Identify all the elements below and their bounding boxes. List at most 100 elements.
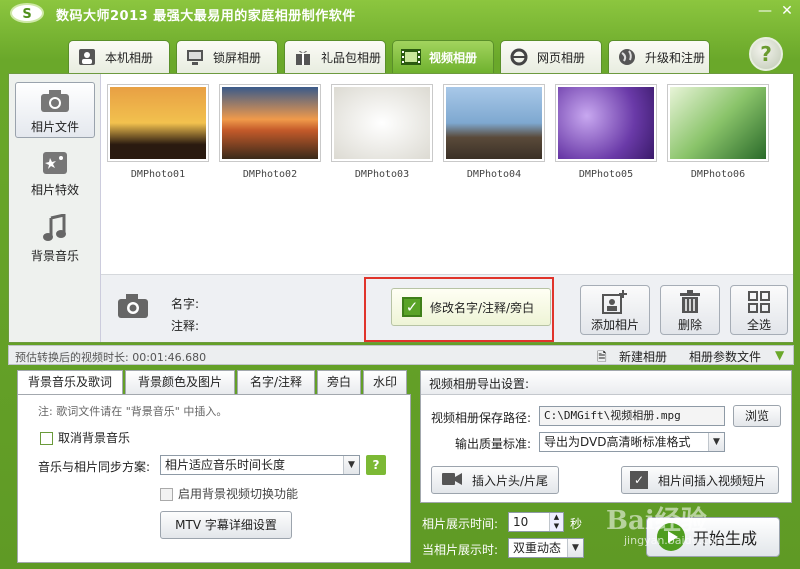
tab-label: 本机相册 bbox=[105, 50, 154, 65]
tab-local-album[interactable]: 本机相册 bbox=[68, 40, 170, 73]
sync-label: 音乐与相片同步方案: bbox=[38, 460, 151, 474]
export-settings-panel: 视频相册导出设置: 视频相册保存路径: C:\DMGift\视频相册.mpg 浏… bbox=[420, 370, 792, 503]
sync-value: 相片适应音乐时间长度 bbox=[165, 458, 286, 472]
checkbox[interactable] bbox=[40, 432, 53, 445]
insert-head-tail-button[interactable]: 插入片头/片尾 bbox=[431, 466, 559, 494]
help-button[interactable]: ? bbox=[749, 37, 783, 71]
sidebar: 相片文件 相片特效 背景音乐 bbox=[9, 74, 101, 342]
sidebar-item-label: 背景音乐 bbox=[30, 249, 79, 263]
chevron-down-icon[interactable]: ▼ bbox=[775, 348, 784, 362]
note-label: 注释: bbox=[171, 319, 200, 333]
tab-label: 锁屏相册 bbox=[213, 50, 262, 65]
estimated-duration: 预估转换后的视频时长: 00:01:46.680 bbox=[15, 351, 207, 364]
insert-video-clip-label: 相片间插入视频短片 bbox=[658, 473, 767, 488]
photo-thumbnail[interactable] bbox=[443, 84, 545, 162]
monitor-icon bbox=[185, 47, 205, 67]
add-photo-button[interactable]: 添加相片 bbox=[580, 285, 650, 335]
sidebar-item-label: 相片特效 bbox=[30, 183, 79, 197]
tab-bg-color-image[interactable]: 背景颜色及图片 bbox=[125, 370, 235, 394]
tab-gift-album[interactable]: 礼品包相册 bbox=[284, 40, 386, 73]
display-time-label: 相片展示时间: bbox=[422, 517, 499, 531]
tab-lockscreen-album[interactable]: 锁屏相册 bbox=[176, 40, 278, 73]
select-all-button[interactable]: 全选 bbox=[730, 285, 788, 335]
photo-name: DMPhoto01 bbox=[130, 169, 186, 180]
video-switch-option[interactable]: 启用背景视频切换功能 bbox=[160, 485, 298, 502]
quality-label: 输出质量标准: bbox=[455, 437, 532, 451]
cancel-bg-music-option[interactable]: 取消背景音乐 bbox=[40, 429, 130, 446]
new-album-link[interactable]: 新建相册 bbox=[619, 348, 667, 365]
app-logo: S bbox=[10, 3, 44, 23]
tab-label: 升级和注册 bbox=[645, 50, 706, 65]
quality-select[interactable]: 导出为DVD高清晰标准格式 ▼ bbox=[539, 432, 725, 452]
photo-thumbnail[interactable] bbox=[555, 84, 657, 162]
album-params-link[interactable]: 相册参数文件 bbox=[689, 348, 761, 365]
film-icon bbox=[401, 47, 421, 67]
transition-label: 当相片展示时: bbox=[422, 543, 499, 557]
trash-icon bbox=[661, 288, 719, 316]
display-time-value: 10 bbox=[513, 515, 529, 529]
video-camera-icon bbox=[442, 472, 462, 489]
mtv-subtitle-settings-button[interactable]: MTV 字幕详细设置 bbox=[160, 511, 292, 539]
photo-thumbnail[interactable] bbox=[107, 84, 209, 162]
tab-web-album[interactable]: 网页相册 bbox=[500, 40, 602, 73]
save-path-input[interactable]: C:\DMGift\视频相册.mpg bbox=[539, 406, 725, 426]
tab-label: 网页相册 bbox=[537, 50, 586, 65]
music-settings: 注: 歌词文件请在 "背景音乐" 中插入。 取消背景音乐 音乐与相片同步方案: … bbox=[17, 394, 411, 563]
effects-icon bbox=[15, 146, 95, 176]
tab-watermark[interactable]: 水印 bbox=[363, 370, 407, 394]
app-window: S 数码大师2013 最强大最易用的家庭相册制作软件 — ✕ 本机相册 锁屏相册… bbox=[0, 0, 800, 569]
chevron-down-icon: ▼ bbox=[567, 539, 583, 557]
tab-label: 视频相册 bbox=[429, 50, 478, 65]
display-time-input[interactable]: 10 ▲ ▼ bbox=[508, 512, 564, 532]
delete-label: 删除 bbox=[677, 318, 702, 332]
checkbox[interactable] bbox=[160, 488, 173, 501]
photo-thumbnail[interactable] bbox=[667, 84, 769, 162]
sync-select[interactable]: 相片适应音乐时间长度 ▼ bbox=[160, 455, 360, 475]
insert-head-tail-label: 插入片头/片尾 bbox=[472, 473, 549, 488]
sidebar-item-background-music[interactable]: 背景音乐 bbox=[15, 212, 95, 268]
sync-help-button[interactable]: ? bbox=[366, 455, 386, 475]
watermark-url: jingyan.baidu.com bbox=[624, 534, 726, 547]
lyrics-note: 注: 歌词文件请在 "背景音乐" 中插入。 bbox=[38, 405, 228, 418]
minimize-button[interactable]: — bbox=[756, 4, 774, 20]
sidebar-item-photo-effects[interactable]: 相片特效 bbox=[15, 146, 95, 202]
quality-value: 导出为DVD高清晰标准格式 bbox=[544, 435, 691, 449]
insert-video-clip-button[interactable]: ✓ 相片间插入视频短片 bbox=[621, 466, 779, 494]
sidebar-item-label: 相片文件 bbox=[30, 120, 79, 134]
photo-thumbnail[interactable] bbox=[331, 84, 433, 162]
title-bar: S 数码大师2013 最强大最易用的家庭相册制作软件 — ✕ bbox=[0, 0, 800, 26]
photo-name: DMPhoto06 bbox=[690, 169, 746, 180]
name-label: 名字: bbox=[171, 297, 200, 311]
grid-icon bbox=[731, 288, 787, 316]
ie-icon bbox=[509, 47, 529, 67]
status-bar: 预估转换后的视频时长: 00:01:46.680 🗎 新建相册 相册参数文件 ▼ bbox=[8, 345, 794, 365]
close-button[interactable]: ✕ bbox=[778, 4, 796, 20]
seconds-unit: 秒 bbox=[570, 517, 583, 531]
document-icon: 🗎 bbox=[597, 350, 607, 364]
settings-tabs-panel: 背景音乐及歌词 背景颜色及图片 名字/注释 旁白 水印 注: 歌词文件请在 "背… bbox=[17, 370, 411, 563]
chevron-down-icon: ▼ bbox=[343, 456, 359, 474]
sidebar-item-photo-files[interactable]: 相片文件 bbox=[15, 82, 95, 138]
camera-icon bbox=[117, 293, 149, 322]
app-title: 数码大师2013 最强大最易用的家庭相册制作软件 bbox=[56, 9, 356, 24]
tab-narration[interactable]: 旁白 bbox=[317, 370, 361, 394]
watermark-text: Bai经验 bbox=[606, 506, 707, 536]
tab-video-album[interactable]: 视频相册 bbox=[392, 40, 494, 73]
tab-label: 礼品包相册 bbox=[321, 50, 382, 65]
tab-upgrade-register[interactable]: 升级和注册 bbox=[608, 40, 710, 73]
photo-thumbnail[interactable] bbox=[219, 84, 321, 162]
checkmark-icon: ✓ bbox=[630, 471, 648, 489]
export-header: 视频相册导出设置: bbox=[421, 371, 791, 395]
music-note-icon bbox=[15, 212, 95, 242]
spinner-arrows-icon[interactable]: ▲ ▼ bbox=[549, 513, 563, 531]
globe-icon bbox=[617, 47, 637, 67]
browse-button[interactable]: 浏览 bbox=[733, 405, 781, 427]
save-path-label: 视频相册保存路径: bbox=[431, 411, 532, 425]
photo-name: DMPhoto03 bbox=[354, 169, 410, 180]
add-photo-label: 添加相片 bbox=[590, 318, 639, 332]
transition-select[interactable]: 双重动态 ▼ bbox=[508, 538, 584, 558]
tab-music-lyrics[interactable]: 背景音乐及歌词 bbox=[17, 370, 123, 395]
video-switch-label: 启用背景视频切换功能 bbox=[178, 487, 299, 501]
delete-button[interactable]: 删除 bbox=[660, 285, 720, 335]
tab-name-note[interactable]: 名字/注释 bbox=[237, 370, 315, 394]
